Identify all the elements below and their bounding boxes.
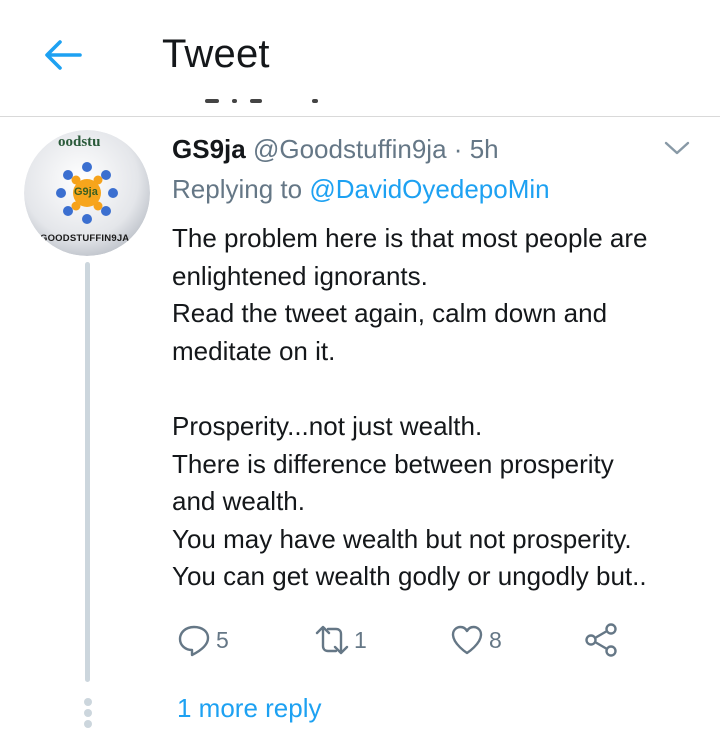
scroll-peek (232, 99, 237, 103)
tweet-line: You can get wealth godly or ungodly but.… (172, 561, 647, 592)
like-count: 8 (489, 626, 502, 653)
tweet-line: meditate on it. (172, 335, 336, 366)
arrow-left-icon (45, 40, 82, 70)
reply-count: 5 (216, 626, 229, 653)
heart-icon (451, 625, 483, 655)
tweet-line: There is difference between prosperity (172, 448, 614, 479)
dot (83, 698, 92, 706)
retweet-icon (315, 625, 349, 655)
app-bar: Tweet (0, 0, 720, 116)
scroll-peek (205, 99, 219, 103)
page-title: Tweet (162, 32, 270, 76)
tweet-text: The problem here is that most people are… (172, 220, 712, 596)
thread-continuation-dots (83, 698, 92, 731)
share-button[interactable] (582, 620, 622, 660)
dot (83, 720, 92, 728)
chevron-down-icon (664, 141, 690, 155)
user-handle[interactable]: @Goodstuffin9ja (253, 134, 447, 164)
replying-prefix: Replying to (172, 174, 303, 204)
tweet-line: enlightened ignorants. (172, 260, 428, 291)
avatar-bottom-text: GOODSTUFFIN9JA (40, 233, 130, 244)
tweet-line: Read the tweet again, calm down and (172, 298, 608, 329)
dot (83, 709, 92, 717)
tweet-line: and wealth. (172, 486, 305, 517)
avatar-top-text: oodstu (58, 134, 101, 150)
reply-button[interactable]: 5 (176, 620, 229, 660)
thread-line (85, 262, 90, 682)
tweet-line: The problem here is that most people are (172, 223, 648, 253)
tweet-line-blank (172, 370, 712, 408)
retweet-button[interactable]: 1 (310, 620, 367, 660)
like-button[interactable]: 8 (449, 620, 502, 660)
retweet-count: 1 (354, 626, 367, 653)
mention-link[interactable]: @DavidOyedepoMin (309, 174, 549, 204)
header-divider (0, 116, 720, 117)
tweet-actions: 5 1 8 (0, 620, 720, 664)
avatar[interactable]: oodstu G9ja GOODSTUFFIN9JA (24, 130, 150, 256)
tweet-line: Prosperity...not just wealth. (172, 410, 483, 441)
reply-icon (178, 625, 210, 657)
share-icon (585, 623, 617, 657)
tweet-line: You may have wealth but not prosperity. (172, 523, 632, 554)
scroll-peek (250, 99, 262, 103)
timestamp[interactable]: 5h (470, 134, 499, 164)
separator: · (453, 134, 463, 164)
more-replies-link[interactable]: 1 more reply (177, 693, 322, 724)
back-button[interactable] (38, 30, 88, 80)
tweet-header: GS9ja @Goodstuffin9ja · 5h (172, 134, 499, 165)
avatar-badge-text: G9ja (74, 186, 98, 198)
scroll-peek (312, 99, 318, 103)
display-name[interactable]: GS9ja (172, 134, 246, 164)
tweet-menu-button[interactable] (664, 138, 690, 158)
replying-to: Replying to @DavidOyedepoMin (172, 174, 550, 205)
